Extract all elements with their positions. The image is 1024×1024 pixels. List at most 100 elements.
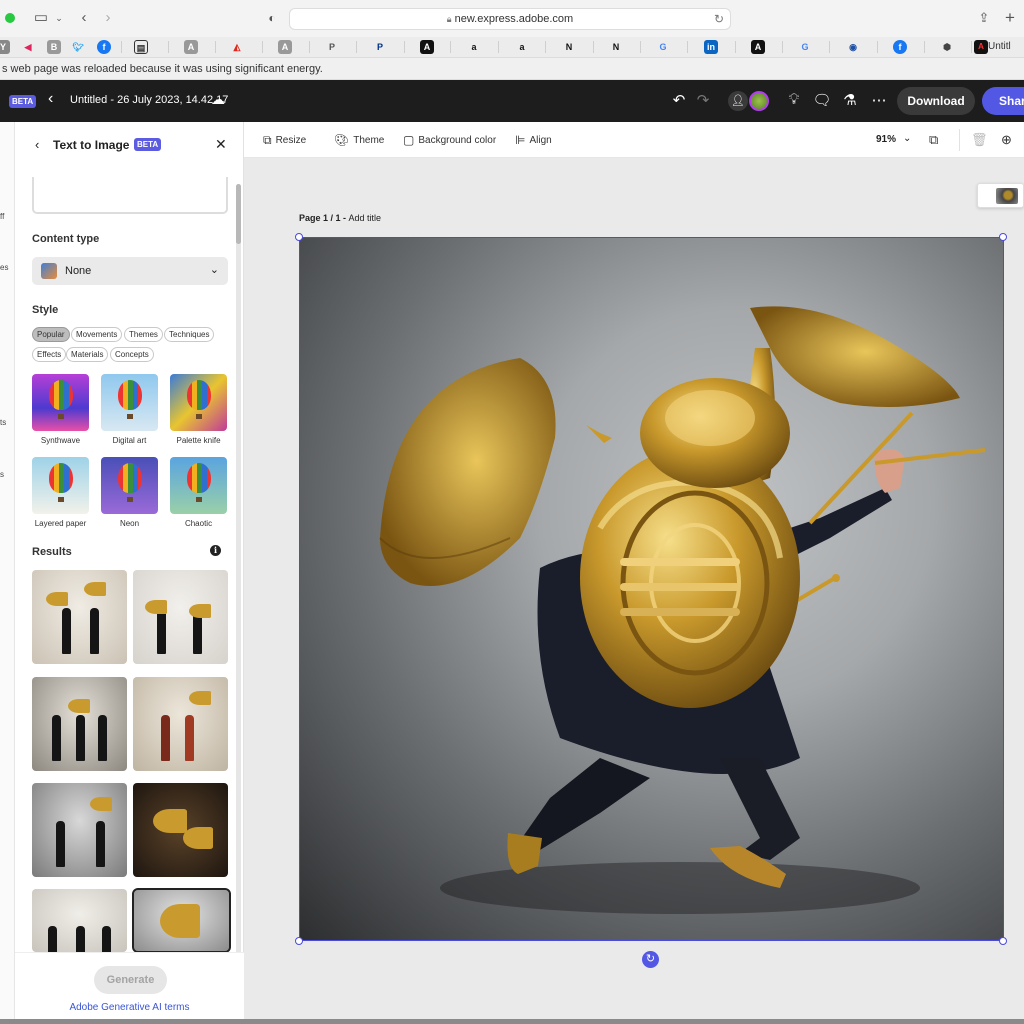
bookmark-twitter-icon[interactable]: 🐦︎ xyxy=(71,40,85,54)
share-sheet-icon[interactable]: ⇪ xyxy=(976,9,992,27)
forward-icon[interactable]: › xyxy=(101,9,115,27)
chip-materials[interactable]: Materials xyxy=(66,347,109,362)
style-chaotic[interactable]: Chaotic xyxy=(170,457,227,528)
theme-button[interactable]: 🎨︎ Theme xyxy=(334,133,384,147)
result-image[interactable] xyxy=(133,783,228,877)
resize-handle-bottom-left[interactable] xyxy=(295,937,303,945)
bookmark-amazon2-icon[interactable]: a xyxy=(515,40,529,54)
tab-adobe-icon[interactable]: A xyxy=(974,40,988,54)
scrollbar-thumb[interactable] xyxy=(236,184,241,244)
info-icon[interactable]: i xyxy=(210,545,221,556)
ai-terms-link[interactable]: Adobe Generative AI terms xyxy=(15,1002,244,1013)
zoom-level[interactable]: 91% xyxy=(876,134,896,145)
new-tab-icon[interactable]: + xyxy=(1002,9,1018,27)
rotate-handle-icon[interactable]: ↻ xyxy=(642,951,659,968)
lightbulb-icon[interactable]: 💡︎ xyxy=(784,91,804,108)
redo-icon[interactable]: ↷ xyxy=(693,91,713,109)
cloud-sync-icon[interactable]: ☁︎ xyxy=(211,91,225,108)
generate-button[interactable]: Generate xyxy=(94,966,167,994)
duplicate-icon[interactable]: ⧉ xyxy=(929,132,938,148)
bookmark-p-icon[interactable]: P xyxy=(325,40,339,54)
document-title[interactable]: Untitled - 26 July 2023, 14.42.17 xyxy=(70,94,228,106)
rail-fragment[interactable]: es xyxy=(0,263,8,272)
style-digital-art[interactable]: Digital art xyxy=(101,374,158,445)
result-image[interactable] xyxy=(32,677,127,771)
chip-concepts[interactable]: Concepts xyxy=(110,347,154,362)
resize-button[interactable]: ⧉ Resize xyxy=(263,133,306,148)
reload-icon[interactable]: ↻ xyxy=(714,9,724,29)
avatar[interactable] xyxy=(749,91,769,111)
sidebar-toggle-icon[interactable]: ▭ xyxy=(33,9,49,27)
align-button[interactable]: ⊫ Align xyxy=(515,133,552,147)
bookmark-google-icon[interactable]: G xyxy=(656,40,670,54)
rail-fragment[interactable]: ff xyxy=(0,212,4,221)
rail-fragment[interactable]: s xyxy=(0,470,4,479)
result-image[interactable] xyxy=(32,570,127,664)
bookmark-facebook-icon[interactable]: f xyxy=(97,40,111,54)
background-color-button[interactable]: ▢ Background color xyxy=(403,133,496,147)
chip-movements[interactable]: Movements xyxy=(71,327,123,342)
rail-fragment[interactable]: ts xyxy=(0,418,6,427)
back-arrow-icon[interactable]: ‹ xyxy=(35,137,39,152)
window-zoom-button[interactable] xyxy=(5,13,15,23)
result-image[interactable] xyxy=(32,783,127,877)
invite-person-icon[interactable]: 👤︎ xyxy=(728,91,748,111)
bookmark-b-icon[interactable]: B xyxy=(47,40,61,54)
chip-themes[interactable]: Themes xyxy=(124,327,163,342)
bookmark-icon[interactable]: Y xyxy=(0,40,10,54)
page-label[interactable]: Page 1 / 1 - Add title xyxy=(299,213,381,223)
content-type-select[interactable]: None ⌄ xyxy=(32,257,228,285)
chevron-down-icon[interactable]: ⌄ xyxy=(54,9,64,27)
close-icon[interactable]: ✕ xyxy=(215,136,227,153)
result-image[interactable] xyxy=(133,570,228,664)
page-title-placeholder[interactable]: Add title xyxy=(349,213,382,223)
resize-handle-bottom-right[interactable] xyxy=(999,937,1007,945)
bookmark-black-icon[interactable]: A xyxy=(420,40,434,54)
back-icon[interactable]: ‹ xyxy=(77,9,91,27)
page-thumbnail[interactable] xyxy=(977,183,1024,208)
trash-icon[interactable]: 🗑︎ xyxy=(971,132,988,148)
bookmark-notion-icon[interactable]: N xyxy=(562,40,576,54)
chevron-down-icon[interactable]: ⌄ xyxy=(903,133,911,144)
bookmark-paypal-icon[interactable]: P xyxy=(373,40,387,54)
shield-icon[interactable]: ◐ xyxy=(265,9,279,27)
bookmark-notion2-icon[interactable]: N xyxy=(609,40,623,54)
bookmark-adobe-icon[interactable]: ◭ xyxy=(230,40,244,54)
comment-icon[interactable]: 🗨︎ xyxy=(812,91,832,109)
prompt-input[interactable] xyxy=(32,177,228,214)
chip-effects[interactable]: Effects xyxy=(32,347,67,362)
bookmark-a2-icon[interactable]: A xyxy=(278,40,292,54)
bookmark-telegram-icon[interactable]: ◀ xyxy=(21,40,35,54)
result-image[interactable] xyxy=(133,677,228,771)
style-layered-paper[interactable]: Layered paper xyxy=(32,457,89,528)
bookmark-facebook2-icon[interactable]: f xyxy=(893,40,907,54)
style-neon[interactable]: Neon xyxy=(101,457,158,528)
bookmark-google2-icon[interactable]: G xyxy=(798,40,812,54)
undo-icon[interactable]: ↶ xyxy=(669,91,689,109)
bookmark-linkedin-icon[interactable]: in xyxy=(704,40,718,54)
more-icon[interactable]: ⋯ xyxy=(869,91,889,109)
add-icon[interactable]: ⊕ xyxy=(1001,132,1012,148)
resize-handle-top-right[interactable] xyxy=(999,233,1007,241)
chip-popular[interactable]: Popular xyxy=(32,327,70,342)
tab-untitled-label[interactable]: Untitl xyxy=(988,40,1011,54)
chip-techniques[interactable]: Techniques xyxy=(164,327,215,342)
bookmark-globe-icon[interactable]: ◉ xyxy=(846,40,860,54)
bookmark-a-icon[interactable]: A xyxy=(184,40,198,54)
download-button[interactable]: Download xyxy=(897,87,975,115)
style-synthwave[interactable]: Synthwave xyxy=(32,374,89,445)
flask-icon[interactable]: ⚗︎ xyxy=(840,91,860,109)
style-palette-knife[interactable]: Palette knife xyxy=(170,374,227,445)
result-image-selected[interactable] xyxy=(132,888,231,953)
bookmark-cube-icon[interactable]: ⬢ xyxy=(940,40,954,54)
result-image[interactable] xyxy=(32,889,127,952)
bookmark-page-icon[interactable]: ▤ xyxy=(134,40,148,54)
artboard-image[interactable] xyxy=(299,237,1004,941)
bookmark-black2-icon[interactable]: A xyxy=(751,40,765,54)
back-chevron-icon[interactable]: ‹ xyxy=(48,90,53,108)
share-button[interactable]: Share xyxy=(982,87,1024,115)
scrollbar-track[interactable] xyxy=(236,184,241,1014)
resize-handle-top-left[interactable] xyxy=(295,233,303,241)
bookmark-amazon-icon[interactable]: a xyxy=(467,40,481,54)
address-bar[interactable]: 🔒︎ new.express.adobe.com ↻ xyxy=(289,8,731,30)
